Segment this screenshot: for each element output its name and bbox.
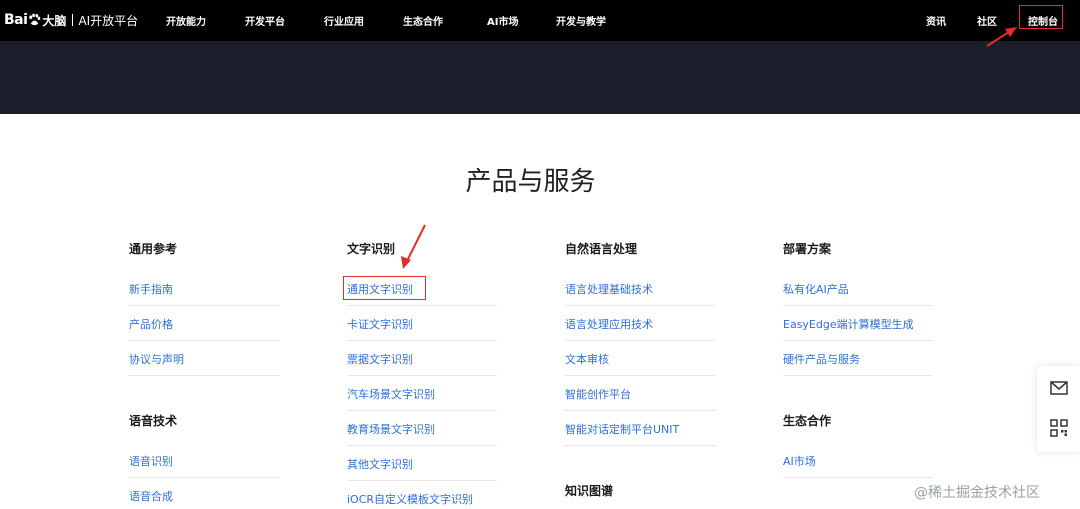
watermark: @稀土掘金技术社区 <box>914 485 1040 501</box>
mail-icon <box>1049 381 1068 395</box>
qrcode-button[interactable] <box>1037 408 1080 448</box>
qrcode-icon <box>1049 419 1068 437</box>
message-button[interactable] <box>1037 368 1080 408</box>
side-floating-widget <box>1037 366 1080 452</box>
arrow-to-general-ocr <box>401 224 426 269</box>
arrow-to-console <box>986 27 1017 47</box>
annotation-arrows <box>401 27 1017 269</box>
